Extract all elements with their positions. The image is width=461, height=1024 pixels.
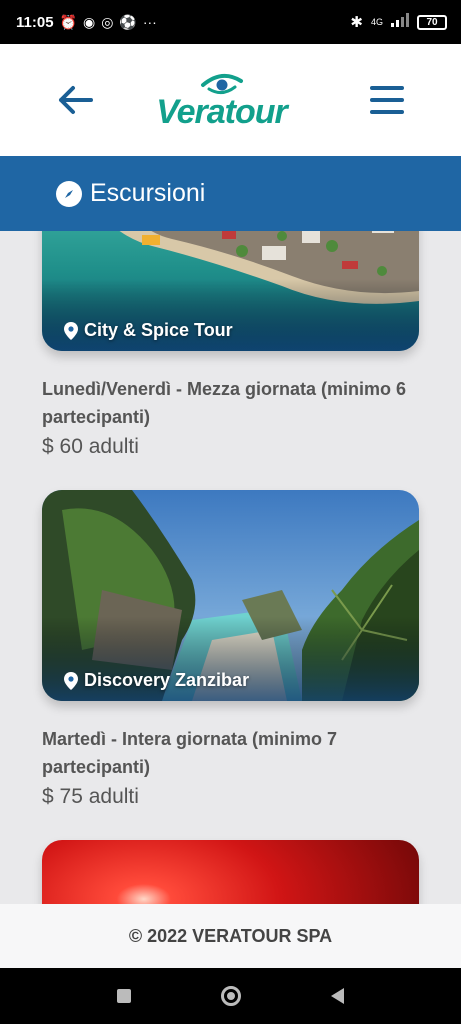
whatsapp-icon: ◉ xyxy=(82,13,96,30)
veratour-logo[interactable]: Veratour xyxy=(156,71,288,131)
recents-button[interactable] xyxy=(117,989,131,1003)
excursion-name: City & Spice Tour xyxy=(64,320,233,341)
excursion-info: Martedì - Intera giornata (minimo 7 part… xyxy=(42,725,422,809)
excursion-card-discovery-zanzibar[interactable]: Discovery Zanzibar xyxy=(42,490,419,701)
footer: © 2022 VERATOUR SPA xyxy=(0,904,461,968)
excursion-photo xyxy=(42,840,419,904)
more-notifications-icon: ··· xyxy=(142,14,157,30)
alarm-icon: ⏰ xyxy=(59,13,77,30)
excursion-price: $ 60 adulti xyxy=(42,435,139,458)
hamburger-line xyxy=(370,110,404,114)
home-button[interactable] xyxy=(221,986,241,1006)
battery-icon: 70 xyxy=(417,14,447,30)
excursion-card-city-spice[interactable]: City & Spice Tour xyxy=(42,231,419,351)
excursion-info: Lunedì/Venerdì - Mezza giornata (minimo … xyxy=(42,375,422,459)
chrome-icon: ◎ xyxy=(101,13,114,30)
status-time: 11:05 xyxy=(16,13,54,31)
football-icon: ⚽ xyxy=(119,13,137,30)
copyright-text: © 2022 VERATOUR SPA xyxy=(128,925,333,946)
system-navigation-bar xyxy=(0,968,461,1024)
excursion-schedule: Martedì - Intera giornata (minimo 7 part… xyxy=(42,729,338,777)
arrow-left-icon xyxy=(59,86,93,114)
signal-icon xyxy=(391,13,409,31)
section-bar: Escursioni xyxy=(0,156,461,231)
excursion-schedule: Lunedì/Venerdì - Mezza giornata (minimo … xyxy=(42,379,407,427)
notification-icons: ⏰ ◉ ◎ ⚽ ··· xyxy=(60,14,157,31)
status-right: ✱ 4G 70 xyxy=(350,13,447,31)
section-title: Escursioni xyxy=(90,179,206,207)
system-back-button[interactable] xyxy=(331,988,344,1004)
back-button[interactable] xyxy=(56,81,94,119)
location-pin-icon xyxy=(64,671,78,690)
excursion-list[interactable]: City & Spice Tour Lunedì/Venerdì - Mezza… xyxy=(0,231,461,904)
app-header: Veratour xyxy=(0,44,461,156)
hamburger-line xyxy=(370,86,404,90)
excursion-price: $ 75 adulti xyxy=(42,785,139,808)
location-pin-icon xyxy=(64,321,78,340)
status-bar: 11:05 ⏰ ◉ ◎ ⚽ ··· ✱ 4G 70 xyxy=(0,0,461,44)
network-type: 4G xyxy=(370,17,383,27)
excursion-name-text: City & Spice Tour xyxy=(84,320,233,340)
excursion-name: Discovery Zanzibar xyxy=(64,670,249,691)
compass-icon xyxy=(56,180,82,207)
app-screen: 11:05 ⏰ ◉ ◎ ⚽ ··· ✱ 4G 70 Veratour Escur… xyxy=(0,0,461,1024)
excursion-card-sunset[interactable] xyxy=(42,840,419,904)
excursion-name-text: Discovery Zanzibar xyxy=(84,670,250,690)
hamburger-line xyxy=(370,98,404,102)
menu-button[interactable] xyxy=(369,82,405,118)
bluetooth-icon: ✱ xyxy=(350,14,363,31)
logo-eye-icon xyxy=(200,73,243,94)
logo-text: Veratour xyxy=(156,93,288,131)
